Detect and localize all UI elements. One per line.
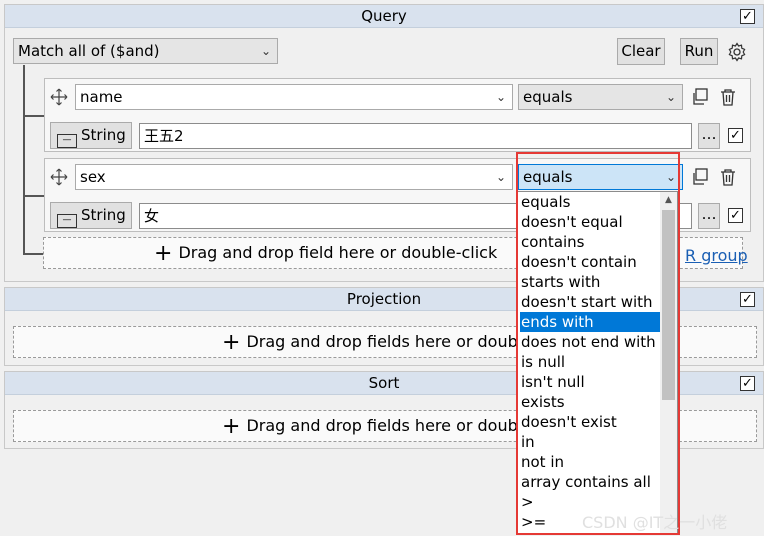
operator-select-2[interactable]: equals ⌄ xyxy=(518,164,683,190)
query-section-header[interactable]: Query xyxy=(5,5,763,28)
check-mark-icon: ✓ xyxy=(742,376,753,391)
duplicate-icon[interactable] xyxy=(690,167,710,187)
operator-option[interactable]: equals xyxy=(520,192,661,212)
operator-option[interactable]: not in xyxy=(520,452,661,472)
clear-label: Clear xyxy=(621,42,661,60)
duplicate-icon[interactable] xyxy=(690,87,710,107)
type-label-1: String xyxy=(81,126,126,144)
plus-icon: + xyxy=(222,414,241,439)
type-label-2: String xyxy=(81,206,126,224)
value-input-1[interactable]: 王五2 xyxy=(139,123,692,149)
value-text-2: 女 xyxy=(144,207,160,225)
tree-connector-1 xyxy=(23,115,44,117)
scrollbar-thumb[interactable] xyxy=(662,210,675,400)
clear-button[interactable]: Clear xyxy=(617,38,665,65)
run-label: Run xyxy=(684,42,714,60)
move-icon[interactable] xyxy=(49,87,69,107)
plus-icon: + xyxy=(222,330,241,355)
value-text-1: 王五2 xyxy=(144,127,184,145)
value-editor-button-2[interactable]: … xyxy=(698,203,720,229)
trash-icon[interactable] xyxy=(718,87,738,107)
field-select-1[interactable]: name ⌄ xyxy=(75,84,513,110)
match-mode-value: Match all of ($and) xyxy=(18,42,160,60)
chevron-down-icon: ⌄ xyxy=(495,90,506,104)
sort-title: Sort xyxy=(368,374,400,392)
chevron-down-icon: ⌄ xyxy=(260,44,271,58)
sort-hint: Drag and drop fields here or double- xyxy=(246,416,538,435)
operator-value-1: equals xyxy=(523,88,573,106)
type-button-1[interactable]: — String xyxy=(50,122,132,149)
dropdown-scrollbar[interactable]: ▲ xyxy=(660,192,677,534)
operator-option[interactable]: exists xyxy=(520,392,661,412)
operator-option[interactable]: isn't null xyxy=(520,372,661,392)
query-enable-checkbox[interactable]: ✓ xyxy=(740,9,755,24)
check-mark-icon: ✓ xyxy=(730,128,741,143)
tree-connector-3 xyxy=(23,253,44,255)
tree-connector-2 xyxy=(23,195,44,197)
add-field-hint: Drag and drop field here or double-click xyxy=(178,243,498,262)
sort-enable-checkbox[interactable]: ✓ xyxy=(740,376,755,391)
chevron-down-icon: ⌄ xyxy=(665,90,676,104)
operator-dropdown-list[interactable]: equals doesn't equal contains doesn't conta… xyxy=(517,191,678,535)
projection-hint: Drag and drop fields here or double- xyxy=(246,332,538,351)
operator-value-2: equals xyxy=(523,168,573,186)
operator-option[interactable]: starts with xyxy=(520,272,661,292)
operator-option[interactable]: is null xyxy=(520,352,661,372)
operator-option[interactable]: array contains all xyxy=(520,472,661,492)
chevron-down-icon: ⌄ xyxy=(495,170,506,184)
field-name-2: sex xyxy=(80,168,106,186)
trash-icon[interactable] xyxy=(718,167,738,187)
operator-option[interactable]: doesn't contain xyxy=(520,252,661,272)
rule-enable-checkbox-1[interactable]: ✓ xyxy=(728,128,743,143)
operator-option[interactable]: in xyxy=(520,432,661,452)
field-select-2[interactable]: sex ⌄ xyxy=(75,164,513,190)
match-mode-select[interactable]: Match all of ($and) ⌄ xyxy=(13,38,278,64)
rule-row-1: name ⌄ equals ⌄ — String 王五2 … ✓ xyxy=(44,78,751,152)
watermark: CSDN @IT之一小佬 xyxy=(582,513,728,532)
operator-option[interactable]: doesn't equal xyxy=(520,212,661,232)
operator-option[interactable]: doesn't exist xyxy=(520,412,661,432)
rule-enable-checkbox-2[interactable]: ✓ xyxy=(728,208,743,223)
projection-title: Projection xyxy=(346,290,422,308)
check-mark-icon: ✓ xyxy=(730,208,741,223)
check-mark-icon: ✓ xyxy=(742,9,753,24)
type-button-2[interactable]: — String xyxy=(50,202,132,229)
run-button[interactable]: Run xyxy=(680,38,718,65)
value-editor-button-1[interactable]: … xyxy=(698,123,720,149)
scroll-up-icon[interactable]: ▲ xyxy=(660,192,677,209)
operator-option[interactable]: contains xyxy=(520,232,661,252)
string-type-icon: — xyxy=(57,134,77,148)
or-group-link[interactable]: R group xyxy=(685,246,748,265)
check-mark-icon: ✓ xyxy=(742,292,753,307)
plus-icon: + xyxy=(154,241,173,266)
operator-option[interactable]: doesn't start with xyxy=(520,292,661,312)
move-icon[interactable] xyxy=(49,167,69,187)
string-type-icon: — xyxy=(57,214,77,228)
operator-option[interactable]: ends with xyxy=(520,312,661,332)
projection-enable-checkbox[interactable]: ✓ xyxy=(740,292,755,307)
field-name-1: name xyxy=(80,88,123,106)
chevron-down-icon: ⌄ xyxy=(665,170,676,184)
operator-option[interactable]: does not end with xyxy=(520,332,661,352)
operator-select-1[interactable]: equals ⌄ xyxy=(518,84,683,110)
tree-connector xyxy=(23,65,25,255)
gear-icon[interactable] xyxy=(725,40,749,64)
query-title: Query xyxy=(361,7,407,25)
